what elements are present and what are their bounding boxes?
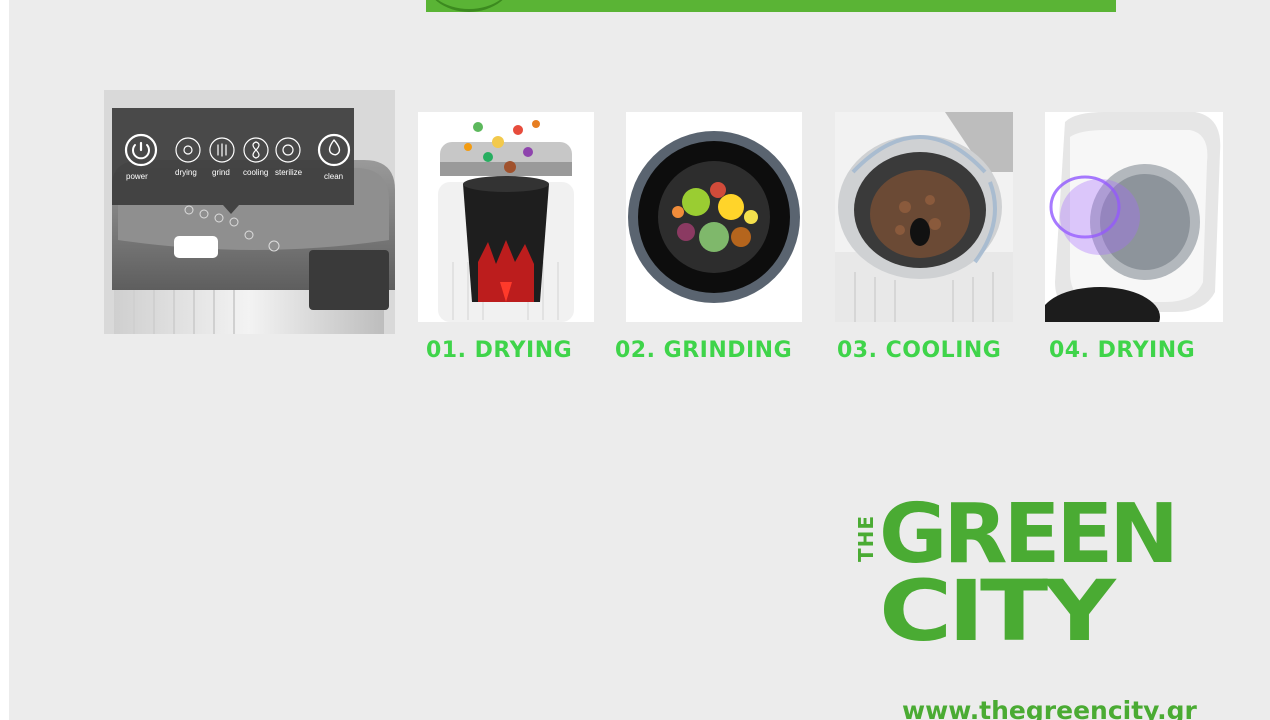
- step-1-image: [418, 112, 594, 322]
- logo-city-text: CITY: [879, 562, 1117, 652]
- step-3-image: [835, 112, 1013, 322]
- the-green-city-logo: THE GREEN CITY: [849, 487, 1179, 660]
- clean-button-label: clean: [324, 172, 344, 181]
- control-panel-overlay: power drying grind cooling sterilize cle…: [112, 108, 354, 208]
- slide: power drying grind cooling sterilize cle…: [9, 0, 1270, 720]
- cooling-button-label: cooling: [243, 168, 269, 177]
- grind-button-label: grind: [212, 168, 230, 177]
- logo-the-text: THE: [854, 515, 878, 562]
- drying-button-label: drying: [175, 168, 197, 177]
- power-button-label: power: [126, 172, 148, 181]
- step-2-caption: 02. GRINDING: [615, 338, 793, 363]
- top-banner-shape: [424, 0, 1116, 12]
- step-3-caption: 03. COOLING: [837, 338, 1002, 363]
- step-2-image: [626, 112, 802, 322]
- step-4-caption: 04. DRYING: [1049, 338, 1196, 363]
- step-1-caption: 01. DRYING: [426, 338, 573, 363]
- step-4-image: [1045, 112, 1223, 322]
- website-url: www.thegreencity.gr: [902, 696, 1197, 720]
- sterilize-button-label: sterilize: [275, 168, 303, 177]
